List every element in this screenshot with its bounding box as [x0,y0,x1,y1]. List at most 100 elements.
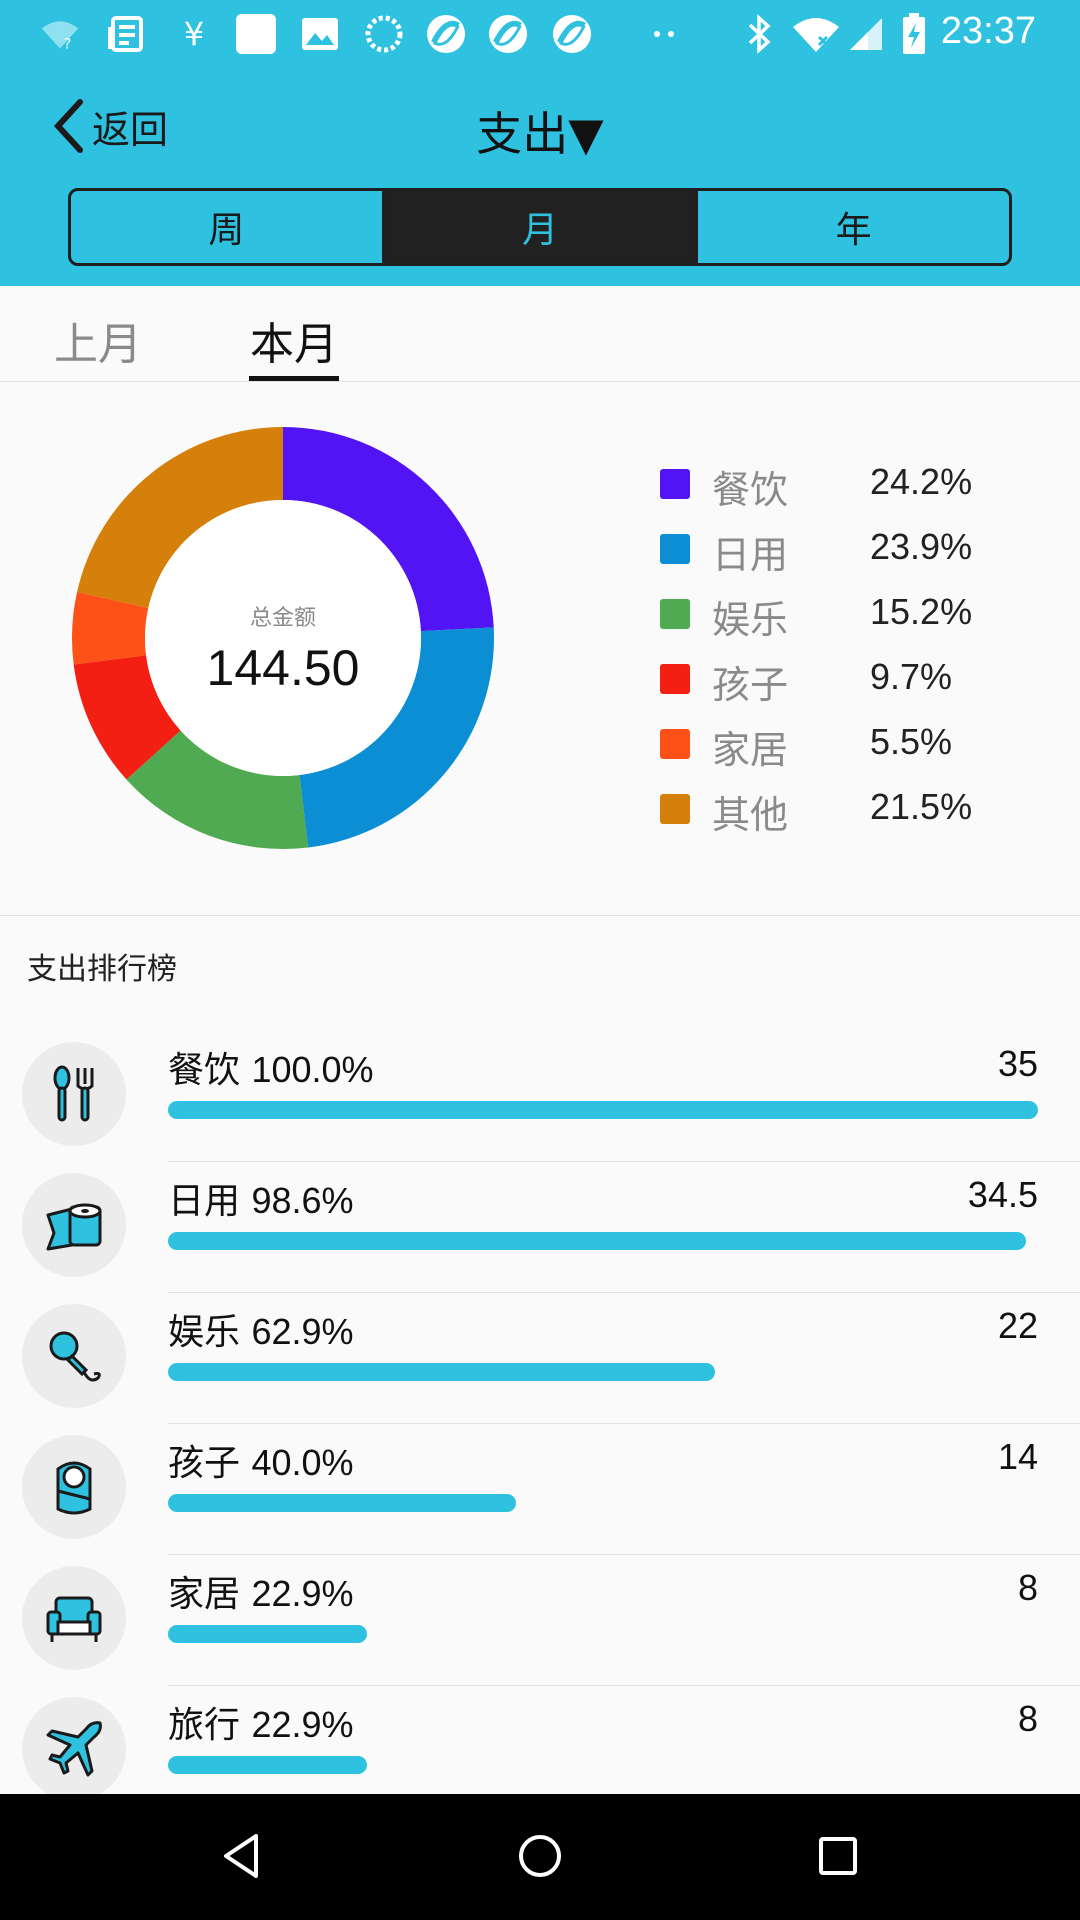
ranking-amount: 8 [1017,1567,1038,1608]
ranking-amount: 14 [997,1436,1038,1477]
ranking-progress-bar [168,1363,715,1381]
toilet-paper-icon [22,1173,126,1277]
back-triangle-icon[interactable] [212,1826,272,1886]
ranking-progress-bar [168,1625,367,1643]
ranking-amount: 35 [997,1043,1038,1084]
signal-icon [846,14,886,54]
ranking-progress-bar [168,1756,367,1774]
battery-charging-icon [894,13,934,54]
legend-item: 家居 5.5% [660,713,1060,778]
ranking-percent: 100.0% [251,1049,374,1090]
legend-percent: 24.2% [870,461,973,502]
system-nav-bar [0,1794,1080,1920]
ranking-percent: 40.0% [251,1442,354,1483]
legend-percent: 9.7% [870,656,953,697]
ranking-row[interactable]: 孩子 40.0% 14 [0,1424,1080,1555]
clock-time: 23:37 [940,10,1036,52]
legend-swatch [660,729,690,759]
ranking-category: 餐饮 [168,1050,241,1091]
legend-item: 娱乐 15.2% [660,583,1060,648]
legend-swatch [660,469,690,499]
ranking-amount: 8 [1017,1698,1038,1739]
app-icon [426,14,466,54]
period-segmented-control: 周 月 年 [68,188,1012,266]
ranking-category: 家居 [168,1574,241,1615]
bluetooth-icon [740,14,780,54]
ranking-percent: 22.9% [251,1704,354,1745]
armchair-icon [22,1566,126,1670]
tab-this-month[interactable]: 本月 [250,308,338,372]
recents-square-icon[interactable] [808,1826,868,1886]
loading-icon [364,14,404,54]
square-app-icon [236,14,276,54]
ranking-progress-bar [168,1101,1038,1119]
center-label: 总金额 [250,606,316,631]
active-tab-indicator [249,376,339,381]
page-title-dropdown[interactable]: 支出▼ [0,98,1080,164]
legend-item: 餐饮 24.2% [660,453,1060,518]
wifi-question-icon: ? [40,14,80,54]
ranking-category: 日用 [168,1181,241,1222]
home-circle-icon[interactable] [510,1826,570,1886]
app-icon [488,14,528,54]
legend-swatch [660,794,690,824]
status-bar: ? ¥ 23:37 [0,0,1080,64]
app-root: ? ¥ 23:37 返回 支出▼ 周 月 年 上月 本月 总金额 144.50 … [0,0,1080,1920]
ranking-progress-bar [168,1232,1026,1250]
ranking-title: 支出排行榜 [27,952,177,987]
legend-percent: 21.5% [870,786,973,827]
legend-label: 家居 [712,728,789,772]
app-icon [552,14,592,54]
legend-label: 日用 [712,533,789,577]
legend-swatch [660,664,690,694]
segment-year[interactable]: 年 [695,191,1009,263]
legend-label: 其他 [712,793,789,837]
wifi-icon [790,14,842,54]
donut-hole [145,500,421,776]
ranking-progress-bar [168,1494,516,1512]
legend-item: 其他 21.5% [660,778,1060,843]
legend-item: 日用 23.9% [660,518,1060,583]
center-total: 144.50 [207,640,360,696]
ranking-label: 娱乐 62.9% [168,1303,354,1355]
chart-legend: 餐饮 24.2% 日用 23.9% 娱乐 15.2% 孩子 9.7% 家居 5.5% 其他 21.5% [660,453,1060,843]
airplane-icon [22,1697,126,1801]
ranking-row[interactable]: 餐饮 100.0% 35 [0,1031,1080,1162]
legend-percent: 15.2% [870,591,973,632]
donut-chart[interactable]: 总金额 144.50 [0,383,570,916]
ranking-row[interactable]: 日用 98.6% 34.5 [0,1162,1080,1293]
month-tabs: 上月 本月 [0,286,1080,382]
yen-icon: ¥ [183,15,205,53]
legend-item: 孩子 9.7% [660,648,1060,713]
ranking-category: 娱乐 [168,1312,241,1353]
legend-label: 孩子 [712,663,789,707]
ranking-category: 孩子 [168,1443,241,1484]
ranking-label: 家居 22.9% [168,1565,354,1617]
ranking-percent: 62.9% [251,1311,354,1352]
legend-percent: 23.9% [870,526,973,567]
legend-percent: 5.5% [870,721,953,762]
more-dots-icon [644,14,684,54]
app-header: 返回 支出▼ 周 月 年 [0,64,1080,286]
ranking-row[interactable]: 娱乐 62.9% 22 [0,1293,1080,1424]
baby-icon [22,1435,126,1539]
ranking-percent: 22.9% [251,1573,354,1614]
tab-last-month[interactable]: 上月 [54,308,142,372]
legend-label: 娱乐 [712,598,789,642]
gallery-icon [300,14,340,54]
utensils-icon [22,1042,126,1146]
segment-week[interactable]: 周 [71,191,382,263]
news-icon [106,14,146,54]
ranking-category: 旅行 [168,1705,241,1746]
ranking-label: 餐饮 100.0% [168,1041,374,1093]
ranking-label: 旅行 22.9% [168,1696,354,1748]
chart-section: 总金额 144.50 餐饮 24.2% 日用 23.9% 娱乐 15.2% 孩子 9.7% 家居… [0,383,1080,916]
microphone-icon [22,1304,126,1408]
ranking-percent: 98.6% [251,1180,354,1221]
svg-text:?: ? [64,37,72,52]
ranking-label: 日用 98.6% [168,1172,354,1224]
ranking-amount: 22 [997,1305,1038,1346]
ranking-row[interactable]: 家居 22.9% 8 [0,1555,1080,1686]
legend-swatch [660,599,690,629]
segment-month[interactable]: 月 [381,191,696,263]
